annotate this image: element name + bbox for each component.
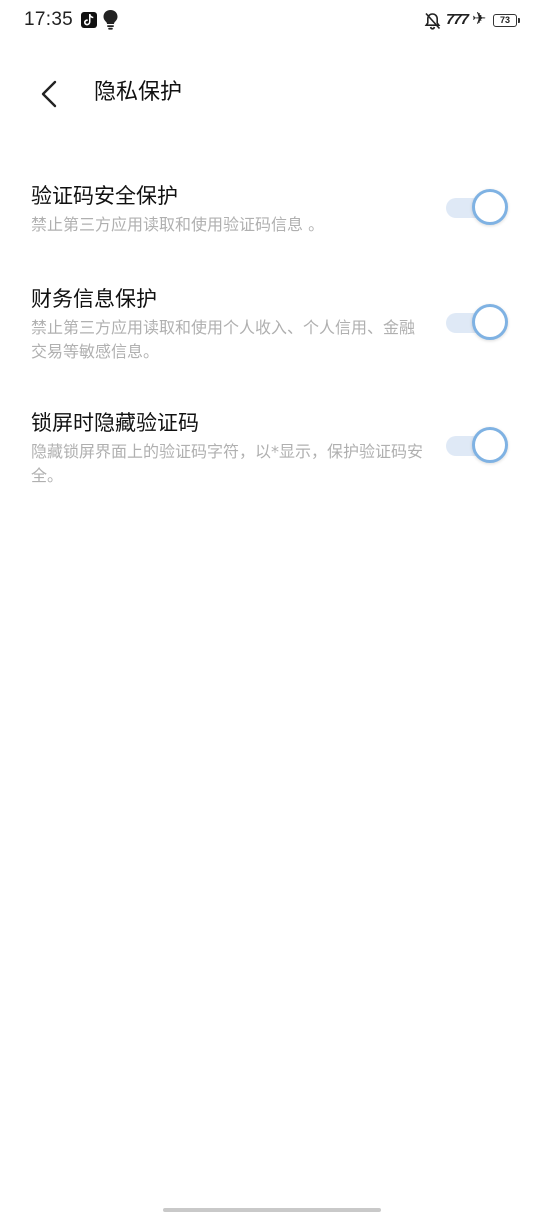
airplane-icon: ✈ [472, 9, 487, 29]
sms-code-protection-toggle[interactable] [446, 189, 508, 225]
battery-level: 73 [499, 15, 510, 25]
toggle-knob [472, 304, 508, 340]
setting-title: 财务信息保护 [31, 287, 157, 311]
financial-info-protection-toggle[interactable] [446, 304, 508, 340]
status-bar: 17:35 777 ✈ 73 [0, 0, 545, 42]
hide-code-on-lockscreen-toggle[interactable] [446, 427, 508, 463]
home-indicator[interactable] [163, 1208, 381, 1212]
battery-icon: 73 [493, 14, 520, 27]
tiktok-icon [81, 12, 97, 28]
toggle-knob [472, 427, 508, 463]
toggle-knob [472, 189, 508, 225]
setting-description: 禁止第三方应用读取和使用个人收入、个人信用、金融交易等敏感信息。 [31, 318, 416, 361]
bulb-icon [103, 10, 118, 34]
setting-description: 禁止第三方应用读取和使用验证码信息 。 [31, 215, 325, 234]
bell-off-icon [424, 12, 441, 34]
chevron-left-icon [41, 80, 57, 108]
setting-title: 验证码安全保护 [31, 184, 178, 208]
status-time: 17:35 [24, 9, 74, 30]
page-title: 隐私保护 [94, 80, 183, 105]
setting-description: 隐藏锁屏界面上的验证码字符，以*显示，保护验证码安全。 [31, 442, 424, 485]
setting-title: 锁屏时隐藏验证码 [31, 411, 199, 435]
signal-indicator: 777 [446, 11, 469, 28]
back-button[interactable] [30, 74, 70, 114]
